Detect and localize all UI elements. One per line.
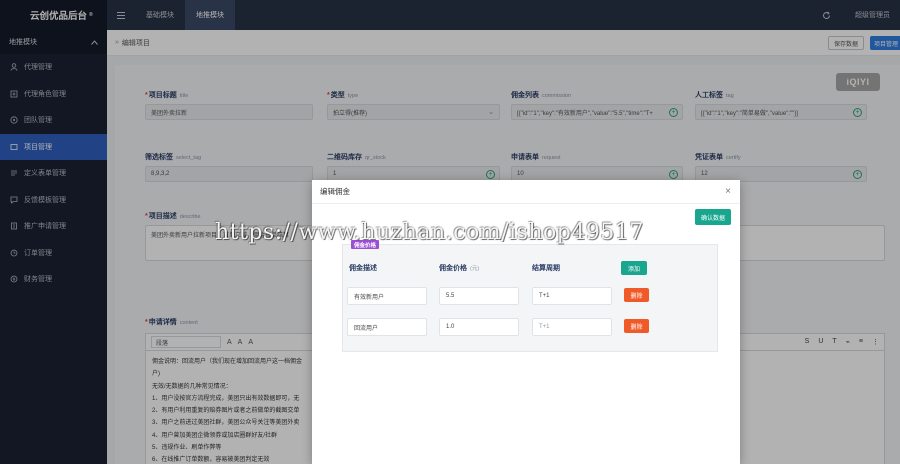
url-watermark: https://www.huzhan.com/ishop49517 [215, 220, 644, 245]
add-button[interactable]: 添加 [621, 261, 647, 275]
row-price-input[interactable]: 5.5 [439, 287, 519, 305]
row-desc-input[interactable]: 回流用户 [347, 318, 427, 336]
commission-table: 佣金价格 佣金描述 佣金价格 (元) 结算周期 添加 有效新用户 5.5 T+1 … [342, 240, 718, 352]
row-price-input[interactable]: 1.0 [439, 318, 519, 336]
delete-button[interactable]: 删除 [624, 288, 649, 302]
confirm-button[interactable]: 确认数据 [694, 209, 731, 225]
close-icon[interactable]: × [725, 186, 731, 197]
column-header-price: 佣金价格 (元) [439, 265, 480, 272]
column-header-period: 结算周期 [532, 265, 560, 272]
modal-title: 编辑佣金 [312, 180, 740, 204]
row-period-input[interactable]: T+1 [532, 287, 612, 305]
row-desc-input[interactable]: 有效新用户 [347, 287, 427, 305]
delete-button[interactable]: 删除 [624, 319, 649, 333]
row-period-input[interactable]: T+1 [532, 318, 612, 336]
column-header-desc: 佣金描述 [349, 265, 377, 272]
